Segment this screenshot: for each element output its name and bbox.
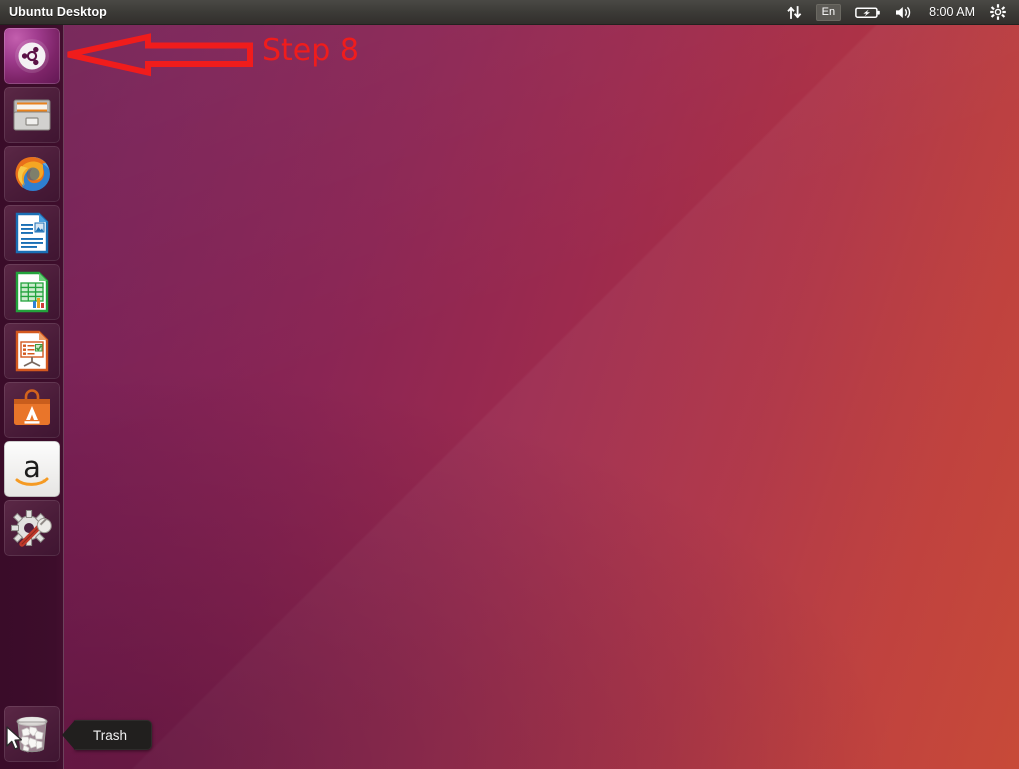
battery-icon[interactable] <box>848 0 888 25</box>
launcher-item-ubuntu-software-center[interactable] <box>4 382 60 438</box>
firefox-icon <box>4 146 60 202</box>
launcher-item-libreoffice-writer[interactable] <box>4 205 60 261</box>
tooltip-arrow <box>62 720 75 750</box>
desktop-wallpaper[interactable] <box>0 25 1019 769</box>
launcher-item-firefox[interactable] <box>4 146 60 202</box>
system-menu-gear-icon[interactable] <box>983 0 1013 25</box>
top-panel: Ubuntu Desktop En 8:00 AM <box>0 0 1019 25</box>
step-label: Step 8 <box>262 33 359 68</box>
trash-tooltip: Trash <box>62 720 153 750</box>
libreoffice-writer-icon <box>4 205 60 261</box>
dash-home-icon <box>4 28 60 84</box>
tooltip-label: Trash <box>75 720 153 750</box>
svg-text:a: a <box>23 450 41 484</box>
network-icon[interactable] <box>780 0 809 25</box>
clock-indicator[interactable]: 8:00 AM <box>921 5 983 19</box>
launcher-item-libreoffice-calc[interactable] <box>4 264 60 320</box>
unity-launcher: a <box>0 25 64 769</box>
ubuntu-software-center-icon <box>4 382 60 438</box>
panel-indicators: En 8:00 AM <box>780 0 1019 24</box>
libreoffice-impress-icon <box>4 323 60 379</box>
files-icon <box>4 87 60 143</box>
libreoffice-calc-icon <box>4 264 60 320</box>
wallpaper-sheen <box>0 25 1019 769</box>
launcher-item-trash[interactable] <box>4 706 60 762</box>
volume-icon[interactable] <box>888 0 921 25</box>
panel-title: Ubuntu Desktop <box>9 5 107 19</box>
system-settings-icon <box>4 500 60 556</box>
launcher-item-system-settings[interactable] <box>4 500 60 556</box>
ubuntu-desktop-screen: Ubuntu Desktop En 8:00 AM a Trash Step 8 <box>0 0 1019 769</box>
launcher-item-amazon[interactable]: a <box>4 441 60 497</box>
launcher-item-files[interactable] <box>4 87 60 143</box>
mouse-cursor <box>6 726 23 750</box>
keyboard-layout-label: En <box>815 3 842 21</box>
launcher-item-dash-home[interactable] <box>4 28 60 84</box>
launcher-item-libreoffice-impress[interactable] <box>4 323 60 379</box>
amazon-icon: a <box>4 441 60 497</box>
keyboard-layout-indicator[interactable]: En <box>809 0 848 25</box>
